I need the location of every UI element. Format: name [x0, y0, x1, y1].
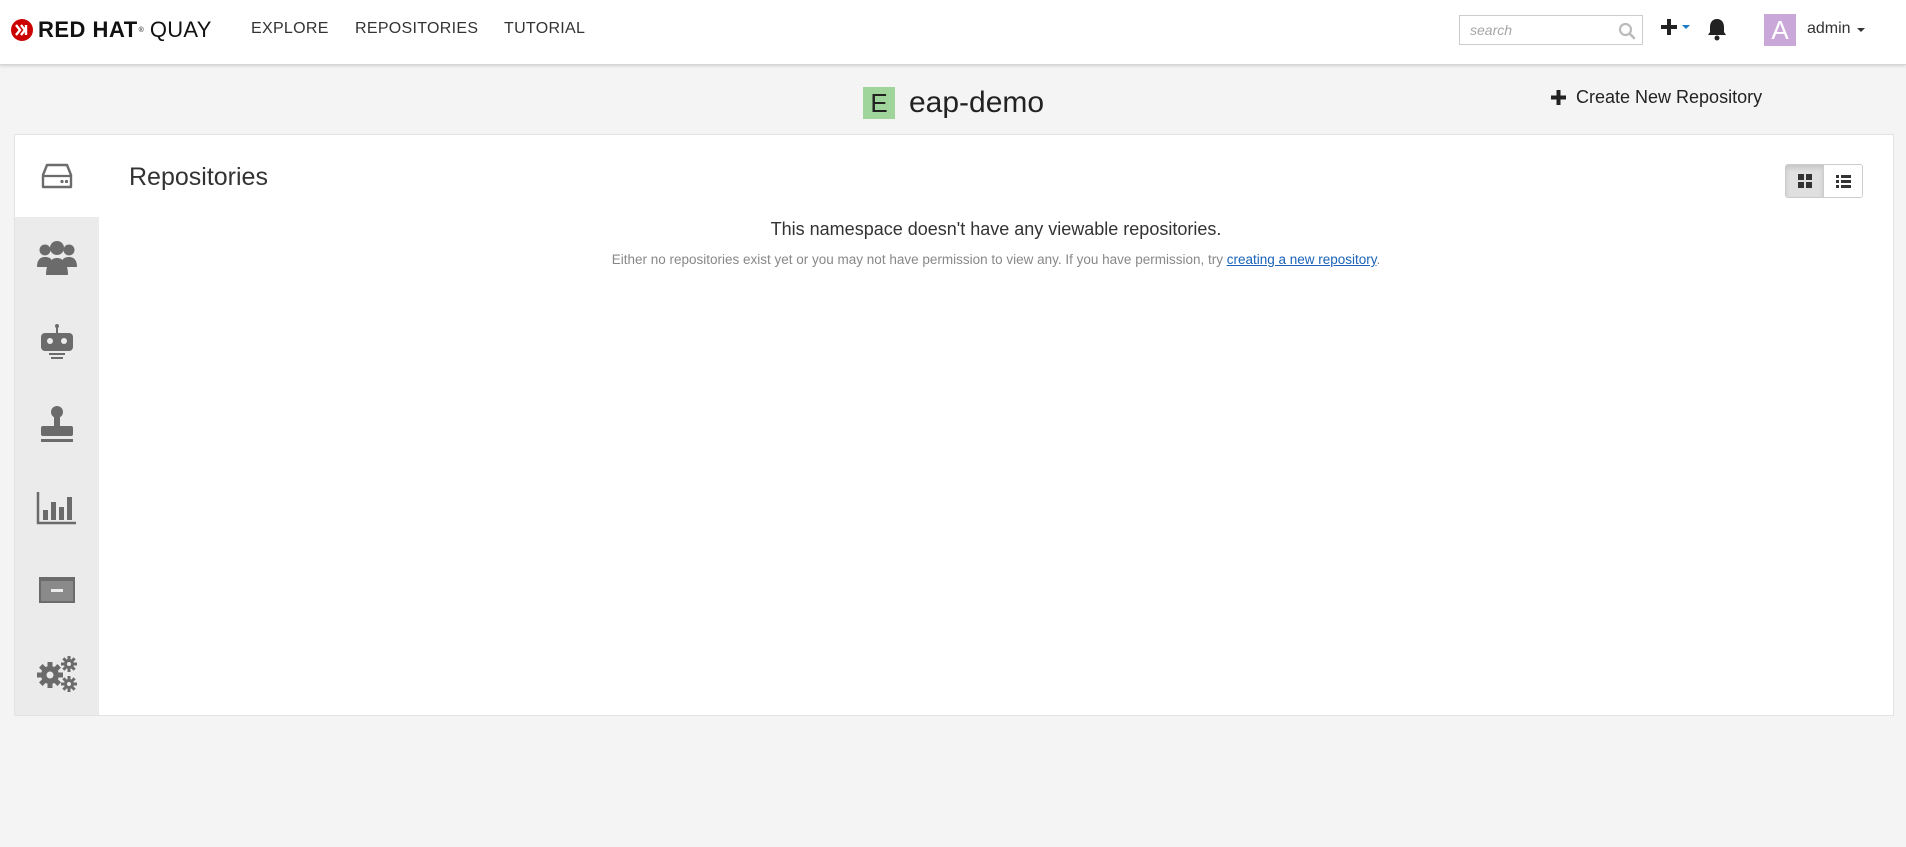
create-new-repository-label: Create New Repository	[1576, 87, 1763, 107]
namespace-name: eap-demo	[909, 86, 1045, 119]
view-toggle	[1785, 164, 1863, 198]
brand-registered-mark: ®	[138, 26, 144, 34]
users-icon	[37, 241, 77, 275]
sidebar-tab-applications[interactable]	[15, 549, 99, 631]
user-menu-name[interactable]: admin	[1807, 20, 1851, 38]
brand-logo-link[interactable]: RED HAT ® QUAY	[10, 17, 212, 43]
sidebar-tab-usage-logs[interactable]	[15, 467, 99, 549]
search-input[interactable]	[1470, 22, 1610, 38]
grid-view-button[interactable]	[1786, 165, 1824, 197]
empty-state-title: This namespace doesn't have any viewable…	[770, 219, 1222, 239]
empty-state-description: Either no repositories exist yet or you …	[99, 252, 1893, 267]
nav-tutorial[interactable]: TUTORIAL	[504, 20, 585, 38]
notifications-bell-icon[interactable]	[1706, 17, 1728, 41]
user-avatar[interactable]: A	[1764, 14, 1796, 46]
chevron-down-icon	[1682, 25, 1690, 29]
plus-icon	[1551, 90, 1566, 105]
section-title: Repositories	[129, 163, 268, 191]
namespace-title: E eap-demo	[863, 86, 1044, 120]
empty-state-text: Either no repositories exist yet or you …	[611, 252, 1227, 267]
sidebar-tab-default-permissions[interactable]	[15, 383, 99, 465]
brand-product: QUAY	[149, 17, 212, 42]
namespace-avatar: E	[863, 87, 895, 119]
search-icon[interactable]	[1618, 22, 1636, 40]
brand-name: RED HAT	[38, 17, 138, 42]
user-menu-chevron-down-icon[interactable]	[1857, 28, 1865, 32]
sidebar-tab-teams[interactable]	[15, 217, 99, 299]
create-menu-dropdown[interactable]	[1660, 18, 1690, 36]
create-repository-link[interactable]: creating a new repository	[1227, 252, 1377, 267]
grid-icon	[1797, 174, 1812, 188]
top-navbar: RED HAT ® QUAY EXPLORE REPOSITORIES TUTO…	[0, 0, 1906, 65]
repositories-main: Repositories This namespace doesn't have…	[99, 135, 1893, 715]
namespace-sidebar	[15, 135, 99, 715]
list-view-button[interactable]	[1824, 165, 1862, 197]
gears-icon	[37, 656, 77, 692]
hard-drive-icon	[41, 163, 73, 189]
create-new-repository-button[interactable]: Create New Repository	[1551, 87, 1762, 108]
nav-explore[interactable]: EXPLORE	[251, 20, 329, 38]
nav-repositories[interactable]: REPOSITORIES	[355, 20, 478, 38]
plus-icon	[1661, 19, 1677, 35]
bar-chart-icon	[36, 492, 76, 525]
robot-icon	[41, 324, 73, 359]
list-icon	[1835, 174, 1851, 188]
sidebar-tab-robot-accounts[interactable]	[15, 301, 99, 383]
red-hat-logo-icon	[11, 19, 33, 41]
sidebar-tab-settings[interactable]	[15, 633, 99, 715]
empty-state-suffix: .	[1376, 252, 1381, 267]
archive-icon	[39, 577, 75, 603]
namespace-panel: Repositories This namespace doesn't have…	[14, 134, 1894, 716]
sidebar-tab-repositories[interactable]	[15, 135, 99, 217]
search-box[interactable]	[1459, 15, 1643, 45]
stamp-icon	[41, 406, 73, 442]
